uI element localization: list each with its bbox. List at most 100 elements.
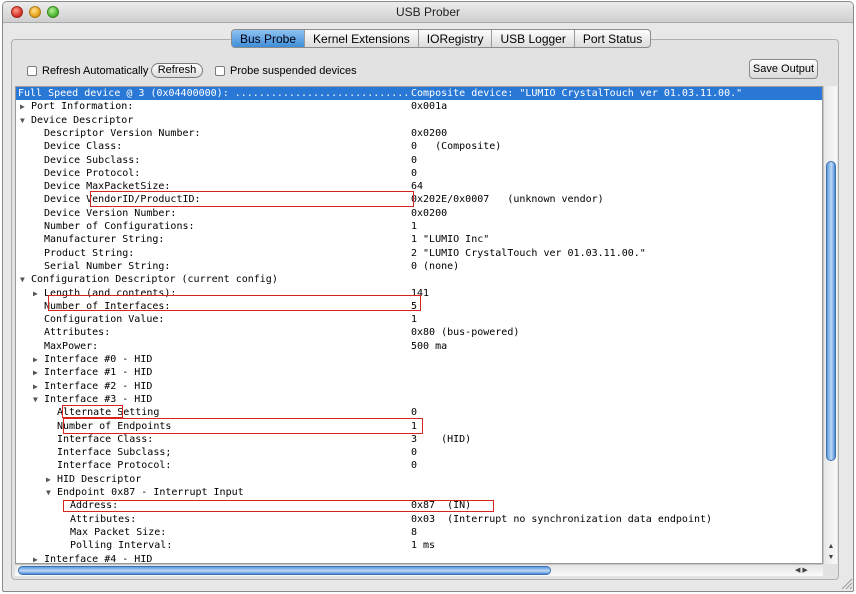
disclosure-collapsed-icon[interactable]: ▶ xyxy=(33,553,38,564)
refresh-automatically-option[interactable]: Refresh Automatically xyxy=(27,65,148,77)
scroll-down-arrow-icon[interactable]: ▼ xyxy=(824,552,838,563)
row-value: 0 xyxy=(411,154,418,166)
tree-row[interactable]: Number of Configurations: 1 xyxy=(16,220,822,233)
tree-row[interactable]: Configuration Value: 1 xyxy=(16,313,822,326)
row-value: 1 "LUMIO Inc" xyxy=(411,234,490,246)
probe-suspended-checkbox[interactable] xyxy=(215,66,225,76)
tree-row[interactable]: Device Version Number: 0x0200 xyxy=(16,207,822,220)
horizontal-scroll-thumb[interactable] xyxy=(18,566,551,575)
tree-row[interactable]: ▼ Endpoint 0x87 - Interrupt Input xyxy=(16,486,822,499)
row-value: 0x0200 xyxy=(411,207,448,219)
number-of-interfaces-highlight xyxy=(48,295,421,311)
row-key: Serial Number String: xyxy=(44,260,171,272)
tab-bus-probe[interactable]: Bus Probe xyxy=(232,30,305,47)
tree-row[interactable]: Interface Subclass; 0 xyxy=(16,446,822,459)
probe-suspended-option[interactable]: Probe suspended devices xyxy=(215,65,357,77)
row-key: Interface #1 - HID xyxy=(44,367,153,379)
tree-row[interactable]: Device Protocol: 0 xyxy=(16,167,822,180)
refresh-automatically-checkbox[interactable] xyxy=(27,66,37,76)
tree-row[interactable]: ▶ Interface #2 - HID xyxy=(16,380,822,393)
row-value: 0x80 (bus-powered) xyxy=(411,327,520,339)
row-value: 0x001a xyxy=(411,101,448,113)
tab-kernel-extensions[interactable]: Kernel Extensions xyxy=(304,30,418,47)
probe-output-view[interactable]: ▼ Full Speed device @ 3 (0x04400000): ...… xyxy=(15,86,823,564)
row-key: Manufacturer String: xyxy=(44,234,165,246)
tree-row[interactable]: MaxPower: 500 ma xyxy=(16,340,822,353)
disclosure-collapsed-icon[interactable]: ▶ xyxy=(20,100,25,113)
row-key: Port Information: xyxy=(31,101,134,113)
row-key: Interface Class: xyxy=(57,433,154,445)
tree-row[interactable]: Device Subclass: 0 xyxy=(16,154,822,167)
tree-row[interactable]: Attributes: 0x80 (bus-powered) xyxy=(16,326,822,339)
tab-ioregistry[interactable]: IORegistry xyxy=(417,30,492,47)
row-key: MaxPower: xyxy=(44,340,99,352)
row-key: Interface Protocol: xyxy=(57,460,172,472)
save-output-button[interactable]: Save Output xyxy=(749,59,818,79)
row-value: 0x0200 xyxy=(411,127,448,139)
row-value: 0x202E/0x0007 (unknown vendor) xyxy=(411,194,604,206)
refresh-automatically-label: Refresh Automatically xyxy=(42,65,149,77)
row-key: Configuration Value: xyxy=(44,314,165,326)
tree-row[interactable]: ▶ Port Information: 0x001a xyxy=(16,100,822,113)
row-key: Interface #3 - HID xyxy=(44,393,153,405)
row-key: Attributes: xyxy=(70,513,137,525)
usb-prober-window: USB Prober Bus Probe Kernel Extensions I… xyxy=(2,1,854,592)
horizontal-scroll-arrows[interactable]: ◀ ▶ xyxy=(795,565,821,576)
row-key: Product String: xyxy=(44,247,135,259)
disclosure-collapsed-icon[interactable]: ▶ xyxy=(33,366,38,379)
row-key: Full Speed device @ 3 (0x04400000): ....… xyxy=(18,88,410,99)
tree-row[interactable]: ▶ Interface #1 - HID xyxy=(16,366,822,379)
scroll-up-arrow-icon[interactable]: ▲ xyxy=(824,541,838,552)
row-key: HID Descriptor xyxy=(57,473,142,485)
disclosure-expanded-icon[interactable]: ▼ xyxy=(20,114,25,127)
disclosure-expanded-icon[interactable]: ▼ xyxy=(20,273,25,286)
row-value: 0 (none) xyxy=(411,260,460,272)
vertical-scroll-thumb[interactable] xyxy=(826,161,836,461)
tree-row[interactable]: ▼ Interface #3 - HID xyxy=(16,393,822,406)
row-key: Number of Configurations: xyxy=(44,221,195,232)
vertical-scrollbar[interactable]: ▲ ▼ xyxy=(823,86,837,564)
disclosure-collapsed-icon[interactable]: ▶ xyxy=(33,287,38,300)
row-value: 8 xyxy=(411,526,418,538)
row-value: 0 xyxy=(411,167,418,179)
row-value: Composite device: "LUMIO CrystalTouch ve… xyxy=(411,88,743,99)
endpoint-0x87-highlight xyxy=(63,500,494,512)
row-value: 500 ma xyxy=(411,340,448,352)
tree-row[interactable]: Attributes: 0x03 (Interrupt no synchroniz… xyxy=(16,513,822,526)
tree-row[interactable]: ▶ Interface #4 - HID xyxy=(16,553,822,564)
row-key: Attributes: xyxy=(44,327,111,339)
tree-row[interactable]: ▶ Interface #0 - HID xyxy=(16,353,822,366)
tree-row[interactable]: Interface Protocol: 0 xyxy=(16,459,822,472)
tree-row[interactable]: Serial Number String: 0 (none) xyxy=(16,260,822,273)
tree-row[interactable]: Device Class: 0 (Composite) xyxy=(16,140,822,153)
disclosure-expanded-icon[interactable]: ▼ xyxy=(46,486,51,499)
row-value: 0 (Composite) xyxy=(411,141,502,153)
disclosure-collapsed-icon[interactable]: ▶ xyxy=(33,353,38,366)
row-key: Max Packet Size: xyxy=(70,526,167,538)
resize-grip-icon[interactable] xyxy=(839,576,853,590)
disclosure-expanded-icon[interactable]: ▼ xyxy=(33,393,38,406)
row-key: Interface #2 - HID xyxy=(44,380,153,392)
row-value: 1 ms xyxy=(411,540,436,552)
row-key: Device Version Number: xyxy=(44,207,177,219)
tree-row[interactable]: ▼ Device Descriptor xyxy=(16,114,822,127)
tree-row[interactable]: Interface Class: 3 (HID) xyxy=(16,433,822,446)
row-value: 1 xyxy=(411,314,418,326)
tree-row[interactable]: Descriptor Version Number: 0x0200 xyxy=(16,127,822,140)
tree-row[interactable]: Max Packet Size: 8 xyxy=(16,526,822,539)
row-key: Interface #4 - HID xyxy=(44,553,153,564)
tab-port-status[interactable]: Port Status xyxy=(573,30,650,47)
tree-row[interactable]: Product String: 2 "LUMIO CrystalTouch ver… xyxy=(16,247,822,260)
horizontal-scrollbar[interactable]: ◀ ▶ xyxy=(15,564,823,576)
refresh-button[interactable]: Refresh xyxy=(151,63,203,78)
tree-row[interactable]: Polling Interval: 1 ms xyxy=(16,539,822,552)
tab-usb-logger[interactable]: USB Logger xyxy=(491,30,573,47)
tree-row[interactable]: Manufacturer String: 1 "LUMIO Inc" xyxy=(16,233,822,246)
tree-row[interactable]: ▼ Configuration Descriptor (current confi… xyxy=(16,273,822,286)
row-key: Device Descriptor xyxy=(31,114,134,126)
tree-row[interactable]: ▶ HID Descriptor xyxy=(16,473,822,486)
disclosure-collapsed-icon[interactable]: ▶ xyxy=(46,473,51,486)
row-key: Endpoint 0x87 - Interrupt Input xyxy=(57,487,244,498)
disclosure-collapsed-icon[interactable]: ▶ xyxy=(33,380,38,393)
device-row-selected[interactable]: ▼Full Speed device @ 3 (0x04400000): ...… xyxy=(16,87,822,100)
